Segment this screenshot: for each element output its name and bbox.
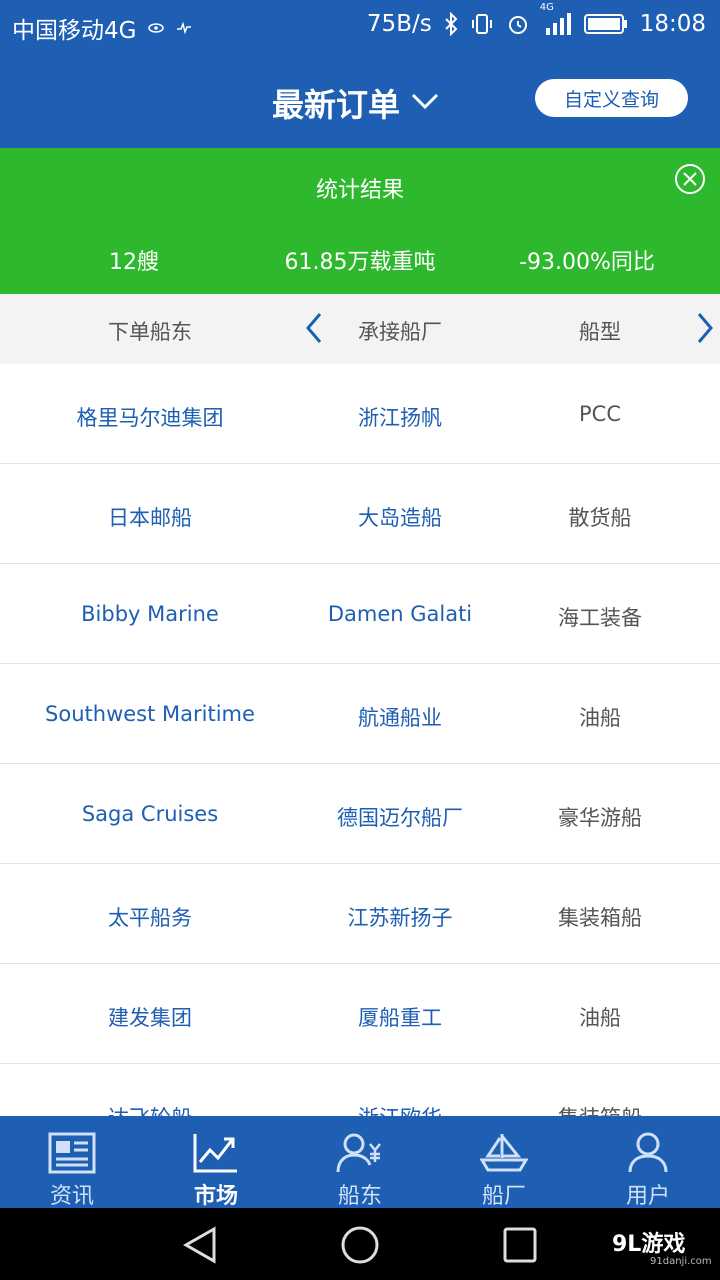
table-row[interactable]: 日本邮船 大岛造船 散货船 — [0, 464, 720, 564]
clock: 18:08 — [639, 11, 706, 37]
vibrate-icon — [470, 12, 494, 36]
tab-label: 市场 — [193, 1184, 238, 1209]
carrier-label: 中国移动4G — [12, 18, 137, 44]
stats-title: 统计结果 — [315, 178, 404, 203]
ship-type-cell: 豪华游船 — [558, 806, 642, 830]
watermark-site: 91danji.com — [650, 1256, 712, 1267]
network-speed: 75B/s — [366, 11, 432, 37]
close-icon[interactable] — [674, 163, 706, 199]
ship-type-cell: 海工装备 — [558, 606, 642, 630]
table-row[interactable]: 达飞轮船 浙江欧华 集装箱船 — [0, 1064, 720, 1116]
ship-type-cell: 油船 — [579, 1006, 621, 1030]
custom-query-button[interactable]: 自定义查询 — [535, 79, 688, 117]
tab-shipyard[interactable]: 船厂 — [432, 1116, 576, 1209]
chart-icon — [193, 1134, 237, 1173]
signal-icon: 4G — [540, 2, 572, 36]
page-title: 最新订单 — [272, 86, 401, 124]
order-list: 格里马尔迪集团 浙江扬帆 PCC 日本邮船 大岛造船 散货船 Bibby Mar… — [0, 364, 720, 1116]
shipowner-icon — [336, 1133, 381, 1173]
stat-tonnage: 61.85万载重吨 — [284, 250, 436, 275]
ship-type-cell: 集装箱船 — [450, 1102, 720, 1116]
tab-user[interactable]: 用户 — [576, 1116, 720, 1209]
ship-type-cell: 散货船 — [568, 506, 632, 530]
chevron-right-icon[interactable] — [693, 310, 717, 351]
top-app-bar: 最新订单 自定义查询 — [0, 50, 720, 148]
chevron-down-icon — [410, 91, 440, 115]
title-dropdown[interactable]: 最新订单 — [272, 80, 440, 126]
home-icon[interactable] — [340, 1226, 380, 1268]
tab-label: 船东 — [337, 1184, 382, 1209]
table-row[interactable]: Southwest Maritime 航通船业 油船 — [0, 664, 720, 764]
user-icon — [628, 1132, 668, 1173]
tab-label: 资讯 — [49, 1184, 94, 1209]
column-ship-type: 船型 — [579, 320, 621, 344]
news-icon — [48, 1132, 96, 1174]
stat-ship-count: 12艘 — [109, 250, 159, 275]
table-header: 下单船东 承接船厂 船型 — [0, 294, 720, 364]
pulse-icon — [176, 21, 192, 35]
recents-icon[interactable] — [502, 1226, 538, 1268]
back-icon[interactable] — [182, 1226, 218, 1268]
shipyard-icon — [480, 1134, 528, 1172]
column-owner: 下单船东 — [108, 320, 192, 344]
eye-icon — [148, 23, 165, 33]
status-bar: 中国移动4G 75B/s 4G 18:08 — [0, 0, 720, 50]
table-row[interactable]: 建发集团 厦船重工 油船 — [0, 964, 720, 1064]
table-row[interactable]: 太平船务 江苏新扬子 集装箱船 — [0, 864, 720, 964]
tab-shipowner[interactable]: 船东 — [288, 1116, 432, 1209]
alarm-icon — [506, 12, 530, 36]
tab-label: 用户 — [625, 1184, 670, 1209]
watermark-logo: 9L游戏 — [612, 1232, 686, 1257]
tab-news[interactable]: 资讯 — [0, 1116, 144, 1209]
tab-market[interactable]: 市场 — [144, 1116, 288, 1209]
tab-label: 船厂 — [481, 1184, 526, 1209]
stats-panel: 统计结果 12艘 61.85万载重吨 -93.00%同比 — [0, 148, 720, 294]
battery-icon — [583, 13, 628, 35]
bottom-tab-bar: 资讯 市场 船东 船厂 用户 — [0, 1116, 720, 1209]
ship-type-cell: 集装箱船 — [558, 906, 642, 930]
bluetooth-icon — [444, 12, 458, 36]
table-row[interactable]: 格里马尔迪集团 浙江扬帆 PCC — [0, 364, 720, 464]
table-row[interactable]: Saga Cruises 德国迈尔船厂 豪华游船 — [0, 764, 720, 864]
table-row[interactable]: Bibby Marine Damen Galati 海工装备 — [0, 564, 720, 664]
ship-type-cell: 油船 — [579, 706, 621, 730]
stat-yoy: -93.00%同比 — [519, 250, 655, 275]
network-type: 4G — [539, 2, 554, 13]
ship-type-cell: PCC — [579, 402, 621, 426]
